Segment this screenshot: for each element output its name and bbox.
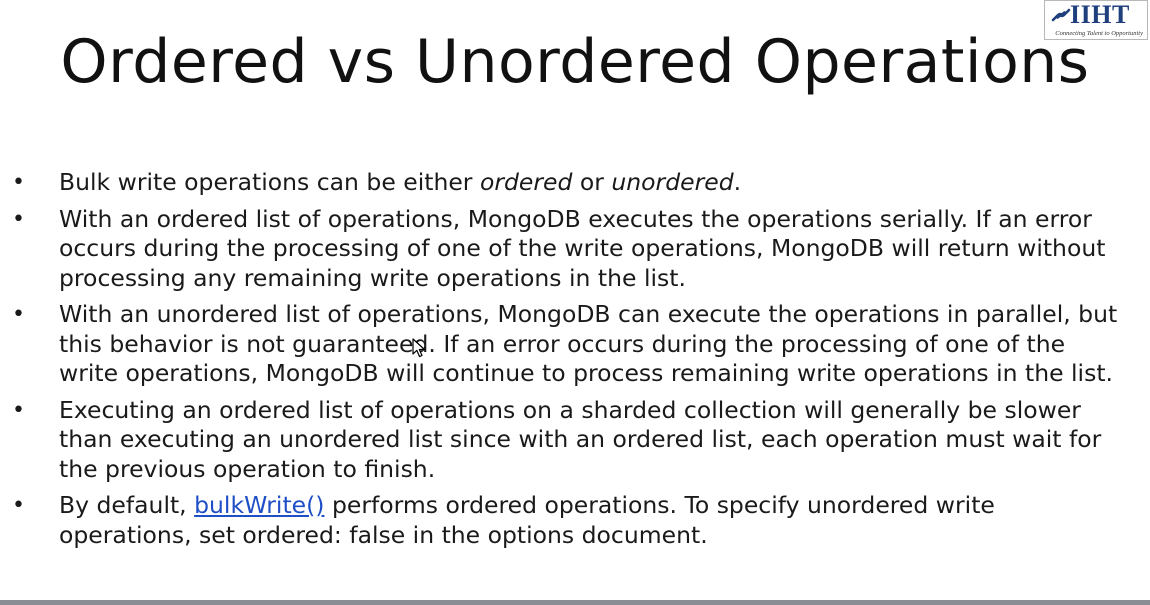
bullet-dot-icon: •: [12, 170, 25, 195]
bottom-bar: [0, 600, 1150, 605]
bullet-dot-icon: •: [12, 302, 25, 327]
mouse-cursor-icon: [412, 338, 426, 358]
bulkwrite-link[interactable]: bulkWrite(): [194, 491, 324, 519]
bullet-item: • With an unordered list of operations, …: [0, 300, 1150, 389]
bullet-list: • Bulk write operations can be either or…: [0, 168, 1150, 557]
bullet-text: or: [572, 168, 612, 196]
bullet-dot-icon: •: [12, 493, 25, 518]
bullet-text: .: [733, 168, 742, 196]
bullet-text: With an ordered list of operations, Mong…: [59, 204, 1106, 292]
bullet-emphasis: ordered: [479, 168, 573, 196]
bullet-item: • Bulk write operations can be either or…: [0, 168, 1150, 198]
bullet-text: Executing an ordered list of operations …: [59, 395, 1102, 483]
bullet-dot-icon: •: [12, 397, 25, 423]
bullet-item: • Executing an ordered list of operation…: [0, 396, 1150, 485]
bullet-dot-icon: •: [12, 206, 25, 232]
bullet-text: With an unordered list of operations, Mo…: [59, 300, 1118, 387]
slide-title: Ordered vs Unordered Operations: [60, 27, 1090, 97]
bullet-item: • With an ordered list of operations, Mo…: [0, 205, 1150, 294]
bullet-emphasis: unordered: [611, 168, 734, 196]
bullet-text: By default,: [59, 491, 195, 519]
slide: IIHT Connecting Talent to Opportunity Or…: [0, 0, 1150, 605]
bullet-text: Bulk write operations can be either: [59, 168, 480, 196]
bullet-item: • By default, bulkWrite() performs order…: [0, 491, 1150, 550]
